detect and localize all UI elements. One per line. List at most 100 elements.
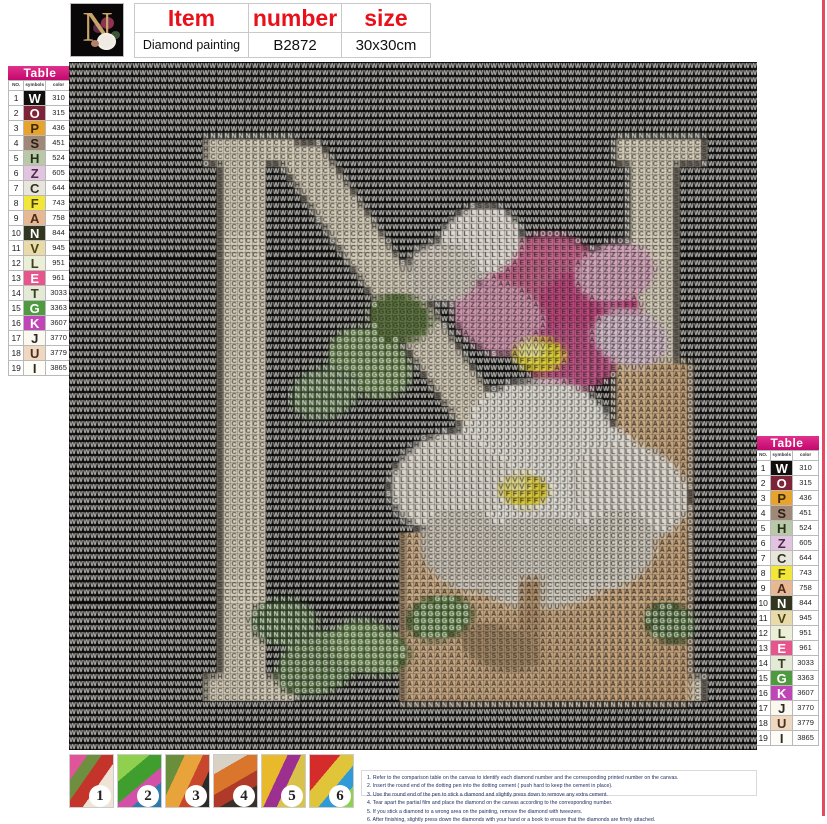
legend-color-code: 3363 <box>792 670 819 686</box>
legend-no: 6 <box>7 165 25 181</box>
legend-color-code: 844 <box>792 595 819 611</box>
legend-color-code: 524 <box>45 150 72 166</box>
legend-color-code: 315 <box>45 105 72 121</box>
legend-row: 1 W 310 <box>754 460 819 476</box>
legend-row: 3 P 436 <box>7 120 72 136</box>
legend-no: 5 <box>7 150 25 166</box>
value-item: Diamond painting <box>134 32 249 58</box>
legend-col-color: color <box>45 80 72 91</box>
legend-symbol-A: A <box>23 210 47 226</box>
legend-symbol-P: P <box>23 120 47 136</box>
step-thumbnail-6: 6 <box>309 754 354 808</box>
legend-no: 3 <box>754 490 772 506</box>
legend-symbol-U: U <box>770 715 794 731</box>
legend-color-code: 3607 <box>792 685 819 701</box>
legend-symbol-G: G <box>770 670 794 686</box>
legend-col-no: NO. <box>7 80 25 91</box>
legend-row: 12 L 951 <box>754 625 819 641</box>
legend-no: 4 <box>7 135 25 151</box>
legend-row: 16 K 3607 <box>7 315 72 331</box>
step-thumbnail-4: 4 <box>213 754 258 808</box>
legend-color-code: 524 <box>792 520 819 536</box>
legend-row: 19 I 3865 <box>7 360 72 376</box>
legend-color-code: 3779 <box>45 345 72 361</box>
legend-symbol-F: F <box>23 195 47 211</box>
legend-row: 15 G 3363 <box>754 670 819 686</box>
legend-color-code: 3033 <box>45 285 72 301</box>
legend-no: 15 <box>7 300 25 316</box>
value-number: B2872 <box>248 32 342 58</box>
legend-color-code: 3865 <box>792 730 819 746</box>
legend-no: 15 <box>754 670 772 686</box>
legend-no: 11 <box>7 240 25 256</box>
step-thumbnail-5: 5 <box>261 754 306 808</box>
legend-no: 18 <box>7 345 25 361</box>
legend-row: 17 J 3770 <box>7 330 72 346</box>
legend-row: 18 U 3779 <box>7 345 72 361</box>
legend-symbol-C: C <box>770 550 794 566</box>
legend-row: 2 O 315 <box>7 105 72 121</box>
legend-no: 14 <box>754 655 772 671</box>
legend-symbol-N: N <box>770 595 794 611</box>
legend-symbol-E: E <box>770 640 794 656</box>
legend-header-row: NO. symbols color <box>7 80 72 91</box>
legend-row: 10 N 844 <box>754 595 819 611</box>
logo-flower-peach <box>91 40 99 47</box>
step-badge: 6 <box>329 785 351 807</box>
legend-color-code: 605 <box>792 535 819 551</box>
instruction-item: 3. Use the round end of the pen to stick… <box>367 791 608 798</box>
legend-no: 10 <box>7 225 25 241</box>
legend-row: 8 F 743 <box>754 565 819 581</box>
legend-symbol-K: K <box>770 685 794 701</box>
product-info-header-row: Item number size <box>134 3 431 33</box>
legend-symbol-C: C <box>23 180 47 196</box>
legend-symbol-Z: Z <box>23 165 47 181</box>
legend-color-code: 951 <box>45 255 72 271</box>
legend-color-code: 451 <box>792 505 819 521</box>
legend-row: 14 T 3033 <box>7 285 72 301</box>
legend-symbol-F: F <box>770 565 794 581</box>
legend-symbol-Z: Z <box>770 535 794 551</box>
legend-symbol-T: T <box>23 285 47 301</box>
legend-symbol-N: N <box>23 225 47 241</box>
legend-no: 4 <box>754 505 772 521</box>
legend-color-code: 3770 <box>792 700 819 716</box>
legend-color-code: 758 <box>792 580 819 596</box>
instruction-list: 1. Refer to the comparison table on the … <box>361 770 757 823</box>
legend-symbol-O: O <box>23 105 47 121</box>
legend-color-code: 951 <box>792 625 819 641</box>
legend-row: 7 C 644 <box>754 550 819 566</box>
legend-row: 9 A 758 <box>754 580 819 596</box>
instruction-item: 2. Insert the round end of the dotting p… <box>367 783 613 790</box>
legend-color-code: 3779 <box>792 715 819 731</box>
step-badge: 1 <box>89 785 111 807</box>
legend-row: 11 V 945 <box>754 610 819 626</box>
legend-no: 7 <box>754 550 772 566</box>
instruction-item: 6. After finishing, slightly press down … <box>367 817 656 824</box>
legend-color-code: 436 <box>45 120 72 136</box>
legend-color-code: 310 <box>45 90 72 106</box>
step-thumbnail-3: 3 <box>165 754 210 808</box>
legend-no: 12 <box>7 255 25 271</box>
legend-color-code: 844 <box>45 225 72 241</box>
legend-row: 10 N 844 <box>7 225 72 241</box>
legend-body-right: NO. symbols color 1 W 310 2 O 315 3 P 436 4 S 451 5 H 524… <box>754 450 819 746</box>
legend-symbol-E: E <box>23 270 47 286</box>
legend-color-code: 315 <box>792 475 819 491</box>
legend-symbol-A: A <box>770 580 794 596</box>
legend-color-code: 961 <box>45 270 72 286</box>
legend-no: 16 <box>7 315 25 331</box>
legend-color-code: 945 <box>45 240 72 256</box>
legend-row: 6 Z 605 <box>7 165 72 181</box>
legend-row: 4 S 451 <box>7 135 72 151</box>
legend-color-code: 3033 <box>792 655 819 671</box>
legend-color-code: 310 <box>792 460 819 476</box>
step-thumbnail-2: 2 <box>117 754 162 808</box>
legend-no: 19 <box>7 360 25 376</box>
step-badge: 2 <box>137 785 159 807</box>
legend-row: 1 W 310 <box>7 90 72 106</box>
header-item: Item <box>134 3 249 33</box>
legend-symbol-G: G <box>23 300 47 316</box>
legend-row: 12 L 951 <box>7 255 72 271</box>
logo-flower-white <box>97 33 116 50</box>
